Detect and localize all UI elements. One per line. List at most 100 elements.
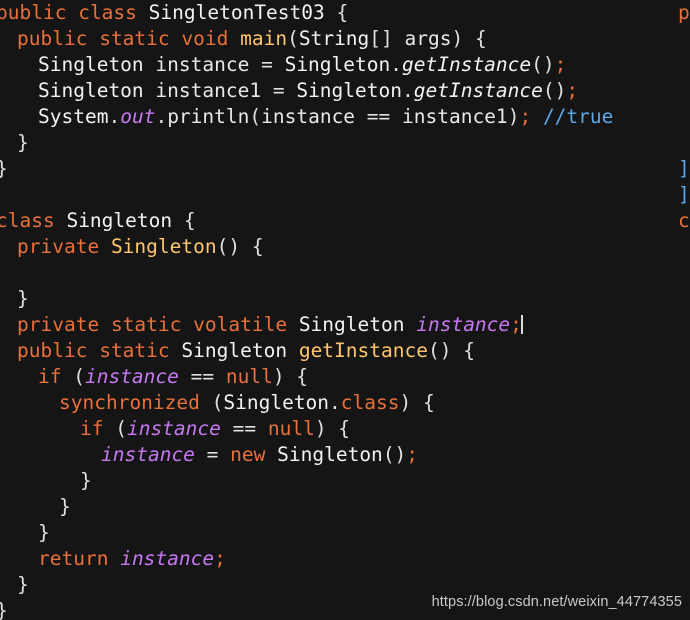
code-line[interactable]: private static volatile Singleton instan… [0, 312, 680, 338]
code-token-kw: class [0, 209, 55, 232]
code-line[interactable]: class Singleton { [0, 208, 680, 234]
code-token-kw: class [340, 391, 400, 414]
code-token-punc: ) { [451, 27, 487, 50]
code-token-punc: = [261, 79, 297, 102]
code-line[interactable] [0, 260, 680, 286]
code-token-punc: () [531, 53, 555, 76]
watermark-url: https://blog.csdn.net/weixin_44774355 [431, 594, 682, 610]
code-token-kw: private [17, 235, 100, 258]
code-token-punc: = [194, 443, 231, 466]
code-line[interactable]: public class SingletonTest03 { [0, 0, 680, 26]
code-token-plain: println [167, 105, 250, 128]
code-line[interactable]: } [0, 520, 680, 546]
code-token-plain: args [404, 27, 452, 50]
code-token-punc: ( [249, 105, 262, 128]
code-token-type: Singleton [66, 209, 173, 232]
code-line[interactable]: return instance; [0, 546, 680, 572]
code-line[interactable]: instance = new Singleton(); [0, 442, 680, 468]
code-token-plain: instance [155, 53, 250, 76]
code-token-type: String [298, 27, 370, 50]
code-line[interactable] [0, 182, 680, 208]
code-token-punc: = [249, 53, 285, 76]
code-line[interactable]: Singleton instance1 = Singleton.getInsta… [0, 78, 680, 104]
code-token-kw: public [0, 1, 67, 24]
code-token-punc: == [355, 105, 403, 128]
code-pane[interactable]: public class SingletonTest03 {public sta… [0, 0, 680, 620]
code-line[interactable]: public static void main(String[] args) { [0, 26, 680, 52]
code-token-plain: instance1 [155, 79, 262, 102]
code-token-punc: } [0, 157, 8, 180]
code-line[interactable]: System.out.println(instance == instance1… [0, 104, 680, 130]
code-token-punc: . [390, 53, 402, 76]
code-token-kw: synchronized [59, 391, 200, 414]
secondary-pane-glyph: c [678, 209, 690, 232]
code-line[interactable]: Singleton instance = Singleton.getInstan… [0, 52, 680, 78]
code-line[interactable]: } [0, 494, 680, 520]
code-token-type: Singleton [223, 391, 330, 414]
code-line[interactable]: } [0, 130, 680, 156]
code-token-punc: ( [61, 365, 85, 388]
code-token-type: Singleton [298, 313, 405, 336]
code-token-field: instance [101, 443, 195, 466]
code-token-plain: instance [261, 105, 356, 128]
code-line[interactable]: if (instance == null) { [0, 364, 680, 390]
code-token-punc: } [17, 287, 29, 310]
code-line[interactable]: public static Singleton getInstance() { [0, 338, 680, 364]
code-token-punc: { [324, 1, 349, 24]
code-token-semi: ; [566, 79, 579, 102]
code-token-punc: () [542, 79, 567, 102]
secondary-pane-glyph: ] [678, 183, 690, 206]
code-token-punc: ( [103, 417, 127, 440]
code-token-punc: ( [199, 391, 224, 414]
code-token-kw: new [230, 443, 266, 466]
code-token-kw: private [17, 313, 100, 336]
code-token-punc: } [17, 573, 29, 596]
code-token-type: System [38, 105, 109, 128]
code-token-kw: if [80, 417, 104, 440]
code-token-kw: null [267, 417, 315, 440]
code-token-punc: . [108, 105, 121, 128]
code-token-field: instance [126, 417, 221, 440]
code-token-comment: //true [542, 105, 614, 128]
code-token-punc: } [38, 521, 50, 544]
code-editor[interactable]: public class SingletonTest03 {public sta… [0, 0, 690, 620]
code-token-type: Singleton [296, 79, 402, 102]
code-token-type: Singleton [277, 443, 383, 466]
code-line[interactable]: synchronized (Singleton.class) { [0, 390, 680, 416]
code-token-punc: ) { [272, 365, 309, 388]
code-token-punc: ( [287, 27, 299, 50]
code-token-semi: ; [406, 443, 419, 466]
code-token-punc: ) [507, 105, 520, 128]
text-caret [520, 315, 523, 334]
code-token-punc: } [17, 131, 29, 154]
code-token-kw: if [38, 365, 62, 388]
code-token-punc: { [172, 209, 196, 232]
code-token-mcall: getInstance [413, 79, 543, 102]
code-token-mdecl: main [240, 27, 288, 50]
secondary-code-pane-sliver[interactable]: p]] c [678, 0, 690, 620]
code-line[interactable]: } [0, 156, 680, 182]
code-token-punc: . [402, 79, 414, 102]
code-line[interactable]: } [0, 468, 680, 494]
code-token-kw: public [17, 339, 88, 362]
code-token-punc: . [155, 105, 168, 128]
code-token-mcall: getInstance [402, 53, 532, 76]
secondary-pane-glyph: ] [678, 157, 690, 180]
code-line[interactable]: if (instance == null) { [0, 416, 680, 442]
code-line[interactable]: private Singleton() { [0, 234, 680, 260]
code-token-kw: null [225, 365, 273, 388]
code-token-punc: () { [427, 339, 475, 362]
code-line[interactable]: } [0, 286, 680, 312]
code-token-field: instance [120, 547, 215, 570]
code-token-mdecl: Singleton [110, 235, 217, 258]
code-token-plain: instance1 [402, 105, 508, 128]
